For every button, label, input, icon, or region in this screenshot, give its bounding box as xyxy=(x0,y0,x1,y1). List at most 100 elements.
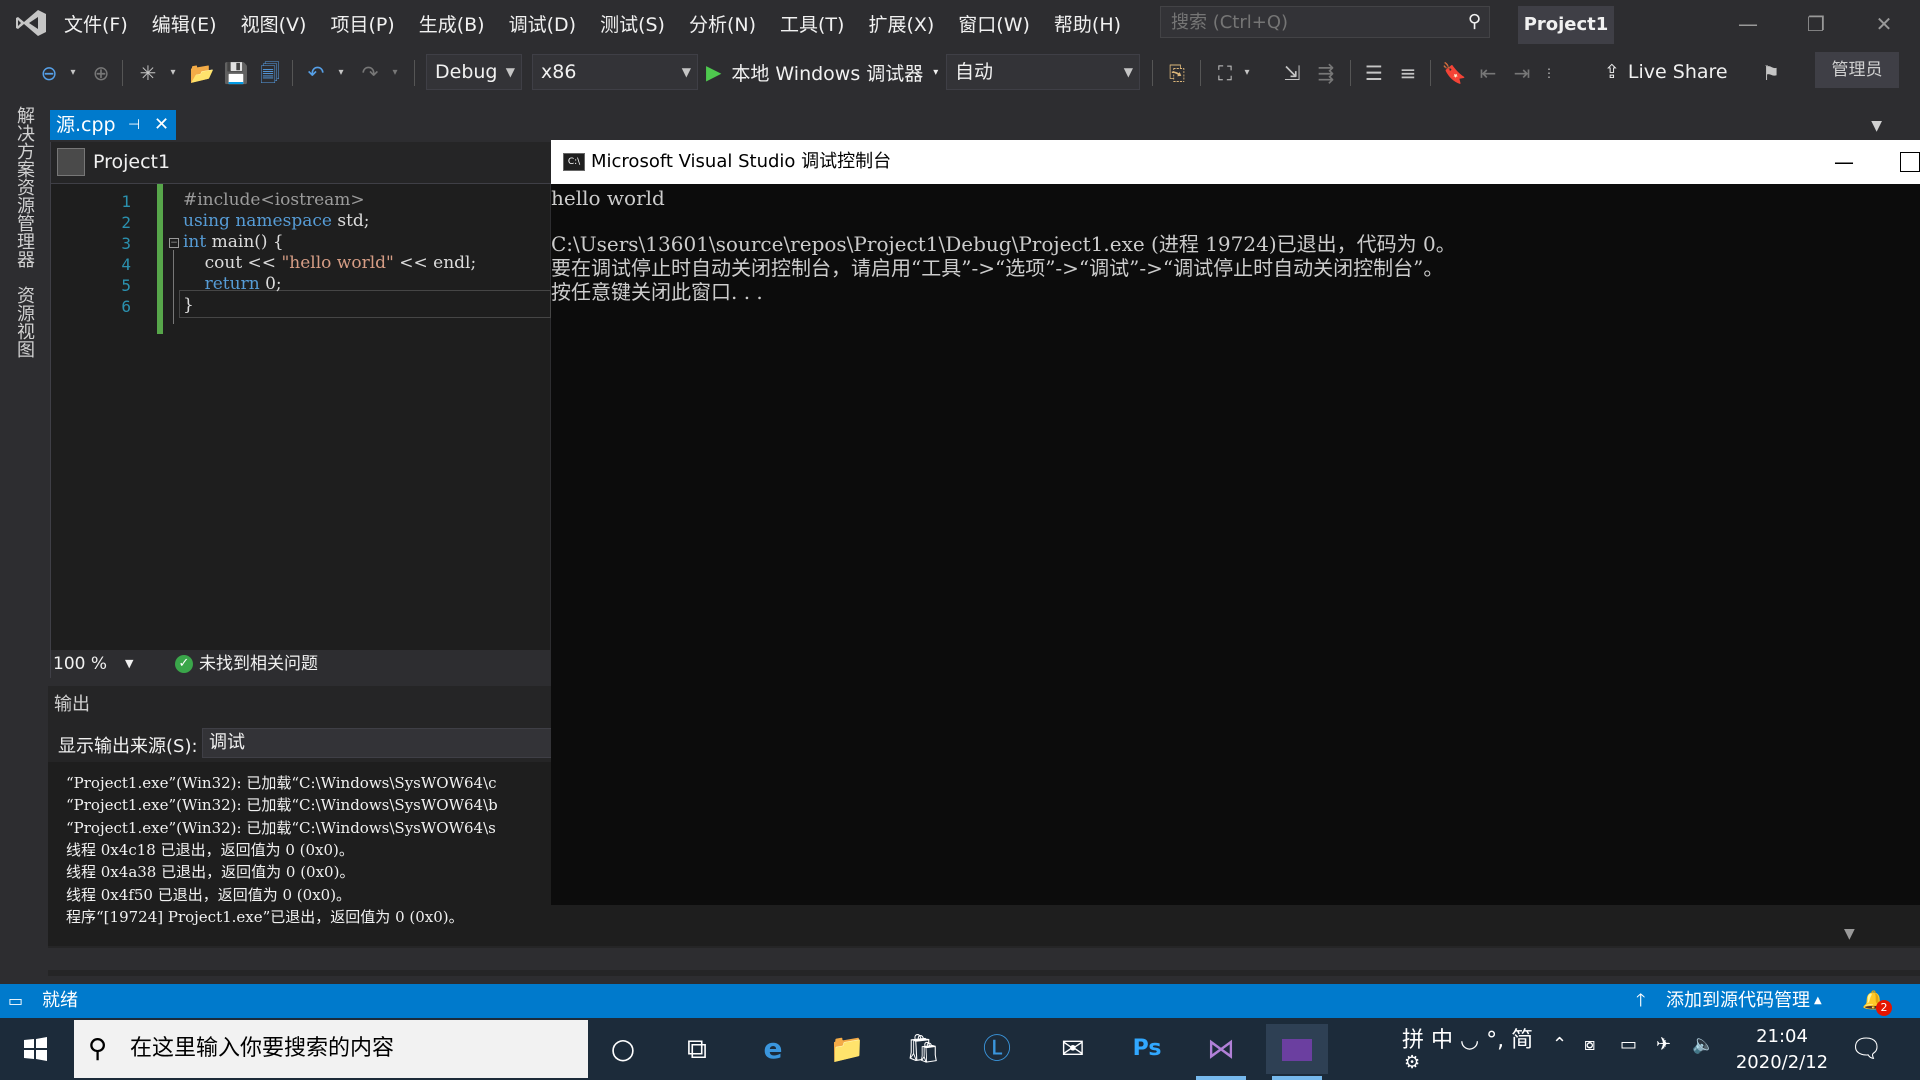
notification-count-badge: 2 xyxy=(1876,1000,1892,1016)
volume-icon[interactable]: 🔈 xyxy=(1692,1034,1714,1055)
restore-icon[interactable]: ❐ xyxy=(1796,8,1836,40)
new-project-icon[interactable]: ✳ xyxy=(134,58,162,88)
collapse-icon[interactable]: − xyxy=(169,238,179,248)
close-icon[interactable]: ✕ xyxy=(1864,8,1904,40)
scroll-down-icon[interactable]: ▼ xyxy=(1844,926,1855,942)
tab-source-cpp[interactable]: 源.cpp ⊣ ✕ xyxy=(50,110,176,140)
project-dropdown[interactable]: Project1 xyxy=(93,142,170,182)
console-task-icon[interactable] xyxy=(1266,1024,1328,1080)
start-debugging-button[interactable]: ▶ 本地 Windows 调试器 ▾ xyxy=(706,54,938,90)
open-file-icon[interactable]: 📂 xyxy=(188,58,216,88)
tab-overflow-icon[interactable]: ▼ xyxy=(1871,118,1882,134)
menu-item-4[interactable]: 生成(B) xyxy=(407,0,497,50)
save-icon[interactable]: 💾 xyxy=(222,58,250,88)
save-all-icon[interactable]: 🗐 xyxy=(256,58,284,88)
feedback-icon[interactable]: ⚑ xyxy=(1756,58,1786,88)
code-line[interactable]: return 0; xyxy=(183,274,282,294)
menu-item-5[interactable]: 调试(D) xyxy=(497,0,588,50)
horizontal-scrollbar[interactable] xyxy=(48,948,1920,970)
issues-indicator[interactable]: ✓ 未找到相关问题 xyxy=(175,650,318,678)
console-maximize-icon[interactable] xyxy=(1900,152,1920,172)
menu-item-2[interactable]: 视图(V) xyxy=(229,0,319,50)
debug-console-window[interactable]: C:\ Microsoft Visual Studio 调试控制台 — hell… xyxy=(551,140,1920,905)
back-icon[interactable]: ⊖ xyxy=(36,58,62,88)
minimize-icon[interactable]: — xyxy=(1728,8,1768,40)
search-icon[interactable]: ⚲ xyxy=(1468,11,1481,32)
menu-bar: 文件(F) 编辑(E) 视图(V) 项目(P) 生成(B) 调试(D) 测试(S) 分析(N)… xyxy=(52,0,1133,50)
chevron-up-icon[interactable]: ⌃ xyxy=(1552,1034,1567,1055)
menu-item-9[interactable]: 扩展(X) xyxy=(856,0,946,50)
menu-item-8[interactable]: 工具(T) xyxy=(768,0,856,50)
cortana-icon[interactable]: ○ xyxy=(592,1024,654,1074)
task-view-icon[interactable]: ⧉ xyxy=(666,1024,728,1074)
forward-icon[interactable]: ⊕ xyxy=(90,58,112,88)
search-box[interactable]: ⚲ xyxy=(1160,6,1490,38)
battery-icon[interactable]: ▭ xyxy=(1620,1034,1637,1055)
action-center-icon[interactable]: 🗨 xyxy=(1850,1034,1883,1064)
live-share-button[interactable]: ⇪ Live Share xyxy=(1604,54,1728,90)
solution-explorer-tab[interactable]: 解决方案资源管理器 xyxy=(12,106,36,268)
start-button[interactable] xyxy=(0,1018,70,1080)
store-icon[interactable]: 🛍 xyxy=(892,1024,954,1074)
menu-item-3[interactable]: 项目(P) xyxy=(318,0,406,50)
chevron-down-icon[interactable]: ▾ xyxy=(933,67,938,78)
pin-icon[interactable]: ⊣ xyxy=(128,110,140,140)
menu-item-6[interactable]: 测试(S) xyxy=(588,0,677,50)
output-source-select[interactable]: 调试 xyxy=(202,728,602,758)
output-source-label: 显示输出来源(S): xyxy=(58,736,198,757)
solution-configuration-select[interactable]: Debug ▼ xyxy=(426,54,522,90)
code-line[interactable]: cout << "hello world" << endl; xyxy=(183,253,477,273)
menu-item-1[interactable]: 编辑(E) xyxy=(140,0,229,50)
zoom-level[interactable]: 100 % xyxy=(53,650,107,678)
code-line[interactable]: using namespace std; xyxy=(183,211,370,231)
outdent-icon[interactable]: ≡ xyxy=(1394,58,1422,88)
clock-app-icon[interactable]: Ⓛ xyxy=(966,1024,1028,1074)
debug-target-select[interactable]: 自动 ▼ xyxy=(946,54,1140,90)
back-dropdown-icon[interactable]: ▾ xyxy=(66,58,80,88)
find-in-files-icon[interactable]: ⎘ xyxy=(1162,58,1192,88)
admin-button[interactable]: 管理员 xyxy=(1815,52,1899,88)
chevron-down-icon[interactable]: ▼ xyxy=(125,650,133,678)
code-token: #include<iostream> xyxy=(183,190,365,210)
undo-dropdown-icon[interactable]: ▾ xyxy=(334,58,348,88)
code-editor[interactable]: Project1 1 2 3 4 5 6 − #include<iostream> usin… xyxy=(50,142,551,678)
ime-indicator[interactable]: 拼 中 ◡ °, 简 xyxy=(1402,1022,1533,1054)
network-icon[interactable]: ✈ xyxy=(1656,1034,1671,1055)
screenshot-icon[interactable]: ⛶ xyxy=(1210,58,1240,88)
file-explorer-icon[interactable]: 📁 xyxy=(816,1024,878,1074)
toolbar-overflow-icon[interactable]: ⋮ xyxy=(1540,58,1558,88)
menu-item-11[interactable]: 帮助(H) xyxy=(1042,0,1133,50)
taskbar-search-box[interactable]: ⚲ 在这里输入你要搜索的内容 xyxy=(74,1020,588,1078)
code-token: std; xyxy=(337,211,370,231)
redo-dropdown-icon[interactable]: ▾ xyxy=(388,58,402,88)
menu-item-0[interactable]: 文件(F) xyxy=(52,0,140,50)
visual-studio-task-icon[interactable]: ⋈ xyxy=(1190,1024,1252,1080)
bookmark-icon[interactable]: 🔖 xyxy=(1440,58,1468,88)
menu-item-7[interactable]: 分析(N) xyxy=(677,0,768,50)
line-number-gutter: 1 2 3 4 5 6 xyxy=(51,184,151,638)
chevron-up-icon[interactable]: ▲ xyxy=(1814,984,1822,1018)
search-input[interactable] xyxy=(1161,7,1441,37)
console-minimize-icon[interactable]: — xyxy=(1834,140,1854,184)
menu-item-10[interactable]: 窗口(W) xyxy=(946,0,1042,50)
add-to-source-control-button[interactable]: 添加到源代码管理 xyxy=(1666,984,1810,1018)
indent-icon[interactable]: ☰ xyxy=(1360,58,1388,88)
undo-icon[interactable]: ↶ xyxy=(302,58,330,88)
device-icon[interactable]: ⧇ xyxy=(1584,1034,1595,1055)
photoshop-icon[interactable]: Ps xyxy=(1116,1024,1178,1074)
close-tab-icon[interactable]: ✕ xyxy=(154,110,169,140)
redo-icon[interactable]: ↷ xyxy=(356,58,384,88)
resource-view-tab[interactable]: 资源视图 xyxy=(12,286,36,358)
code-line[interactable]: #include<iostream> xyxy=(183,190,365,210)
taskbar-clock[interactable]: 21:04 2020/2/12 xyxy=(1730,1024,1834,1076)
code-line[interactable]: int main() { xyxy=(183,232,284,252)
code-line[interactable]: } xyxy=(183,295,194,315)
settings-gear-icon[interactable]: ⚙ xyxy=(1404,1052,1420,1073)
solution-platform-select[interactable]: x86 ▼ xyxy=(532,54,698,90)
new-item-dropdown-icon[interactable]: ▾ xyxy=(166,58,180,88)
edge-browser-icon[interactable]: e xyxy=(742,1024,804,1074)
mail-icon[interactable]: ✉ xyxy=(1042,1024,1104,1074)
overflow-dropdown-icon[interactable]: ▾ xyxy=(1240,58,1254,88)
step-icon[interactable]: ⇲ xyxy=(1278,58,1306,88)
console-title-bar: C:\ Microsoft Visual Studio 调试控制台 — xyxy=(551,140,1920,184)
